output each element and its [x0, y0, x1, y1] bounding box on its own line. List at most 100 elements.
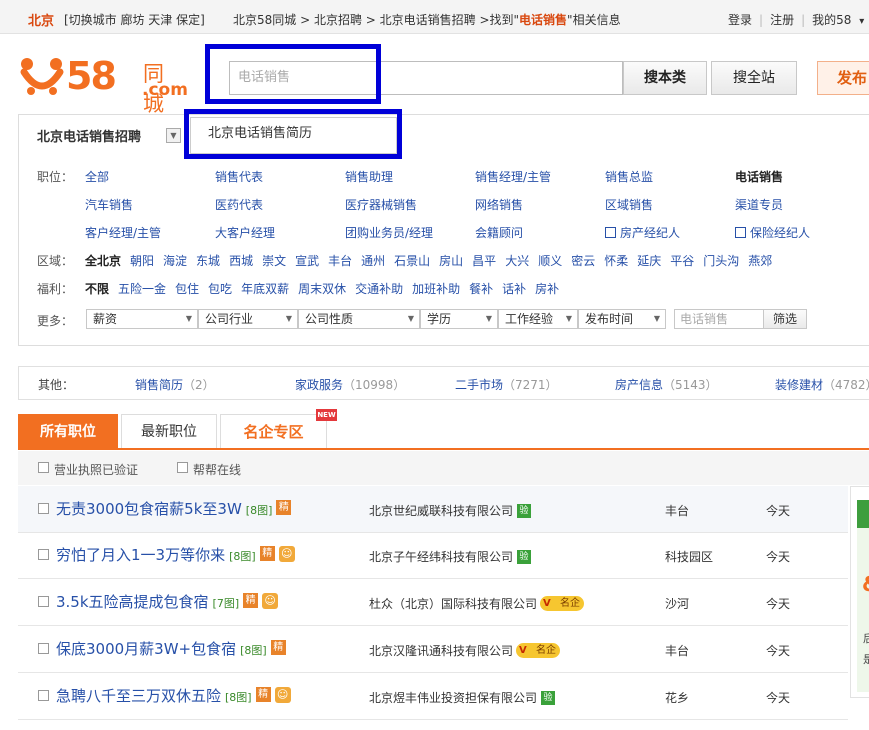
- position-link[interactable]: 汽车销售: [85, 196, 133, 213]
- post-button[interactable]: 发布: [817, 61, 869, 95]
- welfare-link[interactable]: 不限: [85, 282, 109, 296]
- area-link[interactable]: 平谷: [670, 254, 694, 268]
- job-checkbox[interactable]: [38, 596, 49, 607]
- experience-select[interactable]: 工作经验 ▼: [498, 309, 578, 329]
- position-link[interactable]: 医药代表: [215, 196, 263, 213]
- breadcrumb-path[interactable]: 北京58同城 > 北京招聘 > 北京电话销售招聘 >找到": [233, 13, 519, 27]
- area-link[interactable]: 西城: [229, 254, 253, 268]
- job-pic-count[interactable]: [8图]: [229, 550, 256, 563]
- position-link-external[interactable]: 房产经纪人: [605, 224, 680, 241]
- side-ad-panel[interactable]: & 后 是: [850, 486, 869, 698]
- other-category-link[interactable]: 房产信息（5143）: [615, 376, 718, 393]
- area-link[interactable]: 昌平: [472, 254, 496, 268]
- company-name[interactable]: 北京煜丰伟业投资担保有限公司验: [369, 689, 556, 706]
- job-pic-count[interactable]: [8图]: [225, 691, 252, 704]
- current-city[interactable]: 北京: [28, 10, 54, 29]
- job-pic-count[interactable]: [8图]: [246, 504, 273, 517]
- position-link[interactable]: 销售助理: [345, 168, 393, 185]
- search-category-button[interactable]: 搜本类: [623, 61, 707, 95]
- job-title-link[interactable]: 保底3000月薪3W+包食宿 [8图] 精: [56, 638, 286, 659]
- position-link[interactable]: 会籍顾问: [475, 224, 523, 241]
- welfare-link[interactable]: 餐补: [469, 282, 493, 296]
- area-link[interactable]: 全北京: [85, 254, 121, 268]
- welfare-link[interactable]: 交通补助: [355, 282, 403, 296]
- position-link[interactable]: 团购业务员/经理: [345, 224, 433, 241]
- job-checkbox[interactable]: [38, 503, 49, 514]
- category-dropdown-toggle[interactable]: ▼: [166, 128, 181, 143]
- position-link-current[interactable]: 电话销售: [735, 168, 783, 185]
- switch-city-links[interactable]: [切换城市 廊坊 天津 保定]: [64, 11, 205, 28]
- area-link[interactable]: 东城: [196, 254, 220, 268]
- welfare-link[interactable]: 包吃: [208, 282, 232, 296]
- job-checkbox[interactable]: [38, 549, 49, 560]
- position-link[interactable]: 网络销售: [475, 196, 523, 213]
- area-link[interactable]: 密云: [571, 254, 595, 268]
- welfare-link[interactable]: 包住: [175, 282, 199, 296]
- chevron-down-icon[interactable]: ▾: [859, 16, 864, 27]
- job-row[interactable]: 3.5k五险高提成包食宿 [7图]精☺ 杜众（北京）国际科技有限公司名企 沙河 今…: [18, 579, 848, 626]
- area-link[interactable]: 海淀: [163, 254, 187, 268]
- area-link[interactable]: 崇文: [262, 254, 286, 268]
- company-name[interactable]: 杜众（北京）国际科技有限公司名企: [369, 595, 585, 612]
- license-verified-checkbox[interactable]: [38, 462, 49, 473]
- other-category-link[interactable]: 销售简历（2）: [135, 376, 215, 393]
- welfare-link[interactable]: 周末双休: [298, 282, 346, 296]
- other-category-link[interactable]: 家政服务（10998）: [295, 376, 405, 393]
- area-link[interactable]: 丰台: [328, 254, 352, 268]
- education-select[interactable]: 学历 ▼: [420, 309, 498, 329]
- area-link[interactable]: 延庆: [637, 254, 661, 268]
- area-link[interactable]: 燕郊: [748, 254, 772, 268]
- position-link[interactable]: 医疗器械销售: [345, 196, 417, 213]
- register-link[interactable]: 注册: [770, 13, 794, 27]
- job-pic-count[interactable]: [8图]: [240, 644, 267, 657]
- position-link[interactable]: 销售代表: [215, 168, 263, 185]
- job-title-link[interactable]: 无责3000包食宿薪5k至3W [8图] 精: [56, 498, 292, 519]
- area-link[interactable]: 朝阳: [130, 254, 154, 268]
- job-pic-count[interactable]: [7图]: [213, 597, 240, 610]
- job-title-link[interactable]: 急聘八千至三万双休五险 [8图] 精 ☺: [56, 685, 291, 706]
- job-checkbox[interactable]: [38, 690, 49, 701]
- area-link[interactable]: 宣武: [295, 254, 319, 268]
- area-link[interactable]: 怀柔: [604, 254, 628, 268]
- job-title-link[interactable]: 穷怕了月入1一3万等你来 [8图] 精 ☺: [56, 544, 295, 565]
- my58-link[interactable]: 我的58: [812, 13, 851, 27]
- welfare-link[interactable]: 话补: [502, 282, 526, 296]
- position-link[interactable]: 客户经理/主管: [85, 224, 161, 241]
- position-link-external[interactable]: 保险经纪人: [735, 224, 810, 241]
- position-link[interactable]: 全部: [85, 168, 109, 185]
- company-name[interactable]: 北京子午经纬科技有限公司验: [369, 548, 532, 565]
- area-link[interactable]: 通州: [361, 254, 385, 268]
- welfare-link[interactable]: 五险一金: [118, 282, 166, 296]
- job-checkbox[interactable]: [38, 643, 49, 654]
- welfare-link[interactable]: 年底双薪: [241, 282, 289, 296]
- job-title-link[interactable]: 3.5k五险高提成包食宿 [7图] 精 ☺: [56, 591, 279, 612]
- welfare-link[interactable]: 加班补助: [412, 282, 460, 296]
- position-link[interactable]: 区域销售: [605, 196, 653, 213]
- position-link[interactable]: 销售总监: [605, 168, 653, 185]
- filter-button[interactable]: 筛选: [763, 309, 807, 329]
- salary-select[interactable]: 薪资 ▼: [86, 309, 198, 329]
- filter-keyword-input[interactable]: 电话销售: [674, 309, 764, 329]
- search-site-button[interactable]: 搜全站: [711, 61, 797, 95]
- tab-famous-companies[interactable]: 名企专区: [220, 414, 327, 449]
- industry-select[interactable]: 公司行业 ▼: [198, 309, 298, 329]
- tab-latest-jobs[interactable]: 最新职位: [121, 414, 217, 449]
- position-link[interactable]: 销售经理/主管: [475, 168, 551, 185]
- job-row[interactable]: 急聘八千至三万双休五险 [8图] 精 ☺ 北京煜丰伟业投资担保有限公司验 花乡 今天: [18, 673, 848, 720]
- other-category-link[interactable]: 装修建材（4782）: [775, 376, 869, 393]
- online-label[interactable]: 帮帮在线: [193, 461, 241, 478]
- position-link[interactable]: 大客户经理: [215, 224, 275, 241]
- area-link[interactable]: 石景山: [394, 254, 430, 268]
- company-name[interactable]: 北京汉隆讯通科技有限公司名企: [369, 642, 561, 659]
- license-verified-label[interactable]: 营业执照已验证: [54, 461, 138, 478]
- tab-all-jobs[interactable]: 所有职位: [18, 414, 118, 450]
- welfare-link[interactable]: 房补: [535, 282, 559, 296]
- job-row[interactable]: 穷怕了月入1一3万等你来 [8图] 精 ☺ 北京子午经纬科技有限公司验 科技园区 今天: [18, 532, 848, 579]
- job-row[interactable]: 无责3000包食宿薪5k至3W [8图] 精 北京世纪威联科技有限公司验 丰台 今天: [18, 486, 848, 533]
- site-logo[interactable]: 58 同城 .com: [18, 52, 188, 116]
- area-link[interactable]: 门头沟: [703, 254, 739, 268]
- login-link[interactable]: 登录: [728, 13, 752, 27]
- company-type-select[interactable]: 公司性质 ▼: [298, 309, 420, 329]
- area-link[interactable]: 顺义: [538, 254, 562, 268]
- position-link[interactable]: 渠道专员: [735, 196, 783, 213]
